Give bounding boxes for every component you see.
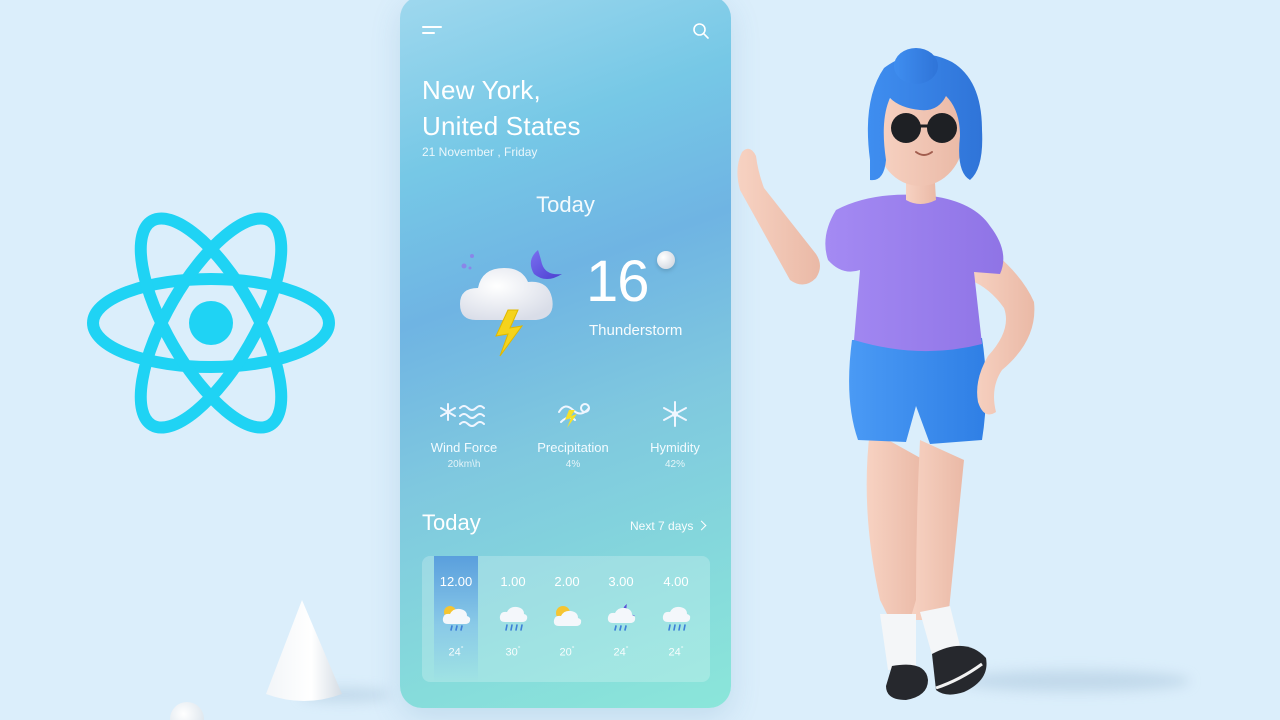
- decorative-cone: [266, 600, 342, 701]
- wind-icon: [440, 403, 485, 427]
- precipitation-icon: [558, 403, 590, 428]
- stat-value: 4%: [565, 459, 581, 470]
- next-7-days-link[interactable]: Next 7 days: [630, 519, 707, 533]
- search-icon[interactable]: [692, 22, 710, 40]
- hour-item-200[interactable]: 2.00 20°: [545, 556, 589, 682]
- forecast-title: Today: [422, 510, 481, 535]
- hour-item-1200[interactable]: 12.00 24°: [434, 556, 478, 682]
- hour-temperature: 20°: [559, 646, 575, 659]
- city-line-2: United States: [422, 111, 581, 141]
- hour-temperature: 24°: [613, 646, 629, 659]
- character-illustration: [737, 48, 1035, 700]
- current-temperature: 16: [586, 249, 650, 314]
- stat-label: Wind Force: [430, 440, 498, 455]
- stat-value: 20km\h: [447, 459, 481, 470]
- hour-item-300[interactable]: 3.00 24°: [599, 556, 643, 682]
- hour-temperature: 30°: [505, 646, 521, 659]
- degree-symbol: [657, 251, 675, 269]
- city-line-1: New York,: [422, 75, 541, 105]
- hour-time: 12.00: [439, 574, 473, 589]
- hour-temperature-value: 24: [448, 646, 461, 659]
- city-name: New York, United States: [422, 72, 581, 144]
- hour-item-100[interactable]: 1.00 30°: [491, 556, 535, 682]
- stat-value: 42%: [664, 459, 685, 470]
- menu-icon[interactable]: [422, 26, 444, 40]
- hour-temperature: 24°: [448, 646, 464, 659]
- stat-precipitation: Precipitation 4%: [518, 396, 628, 470]
- today-heading: Today: [536, 192, 595, 217]
- humidity-icon: [663, 401, 687, 427]
- weather-app-screen: New York, United States 21 November , Fr…: [400, 0, 731, 708]
- hourly-forecast: 12.00 24° 1.00 30° 2.00 20° 3.00 24° 4.0…: [422, 556, 710, 682]
- hour-time: 1.00: [500, 574, 526, 589]
- next-7-days-label: Next 7 days: [630, 519, 694, 533]
- hour-time: 3.00: [608, 574, 634, 589]
- react-logo: [87, 212, 335, 434]
- hour-temperature-value: 30: [505, 646, 518, 659]
- moon-rain-icon: [607, 604, 636, 631]
- thunderstorm-icon: [460, 250, 562, 357]
- hour-temperature: 24°: [668, 646, 684, 659]
- decorative-ball: [170, 702, 204, 720]
- hour-temperature-value: 20: [559, 646, 572, 659]
- chevron-right-icon: [696, 520, 707, 531]
- hour-temperature-value: 24: [668, 646, 681, 659]
- hour-time: 2.00: [554, 574, 580, 589]
- hour-time: 4.00: [663, 574, 689, 589]
- partly-cloudy-icon: [553, 606, 582, 626]
- stat-humidity: Hymidity 42%: [620, 396, 730, 470]
- hour-item-400[interactable]: 4.00 24°: [654, 556, 698, 682]
- sun-rain-icon: [442, 606, 471, 631]
- stat-label: Precipitation: [537, 440, 609, 455]
- hour-temperature-value: 24: [613, 646, 626, 659]
- stat-wind-force: Wind Force 20km\h: [409, 396, 519, 470]
- rain-cloud-icon: [662, 606, 691, 631]
- rain-cloud-icon: [499, 606, 528, 631]
- current-date: 21 November , Friday: [422, 145, 538, 159]
- stat-label: Hymidity: [650, 440, 700, 455]
- weather-condition: Thunderstorm: [589, 322, 683, 339]
